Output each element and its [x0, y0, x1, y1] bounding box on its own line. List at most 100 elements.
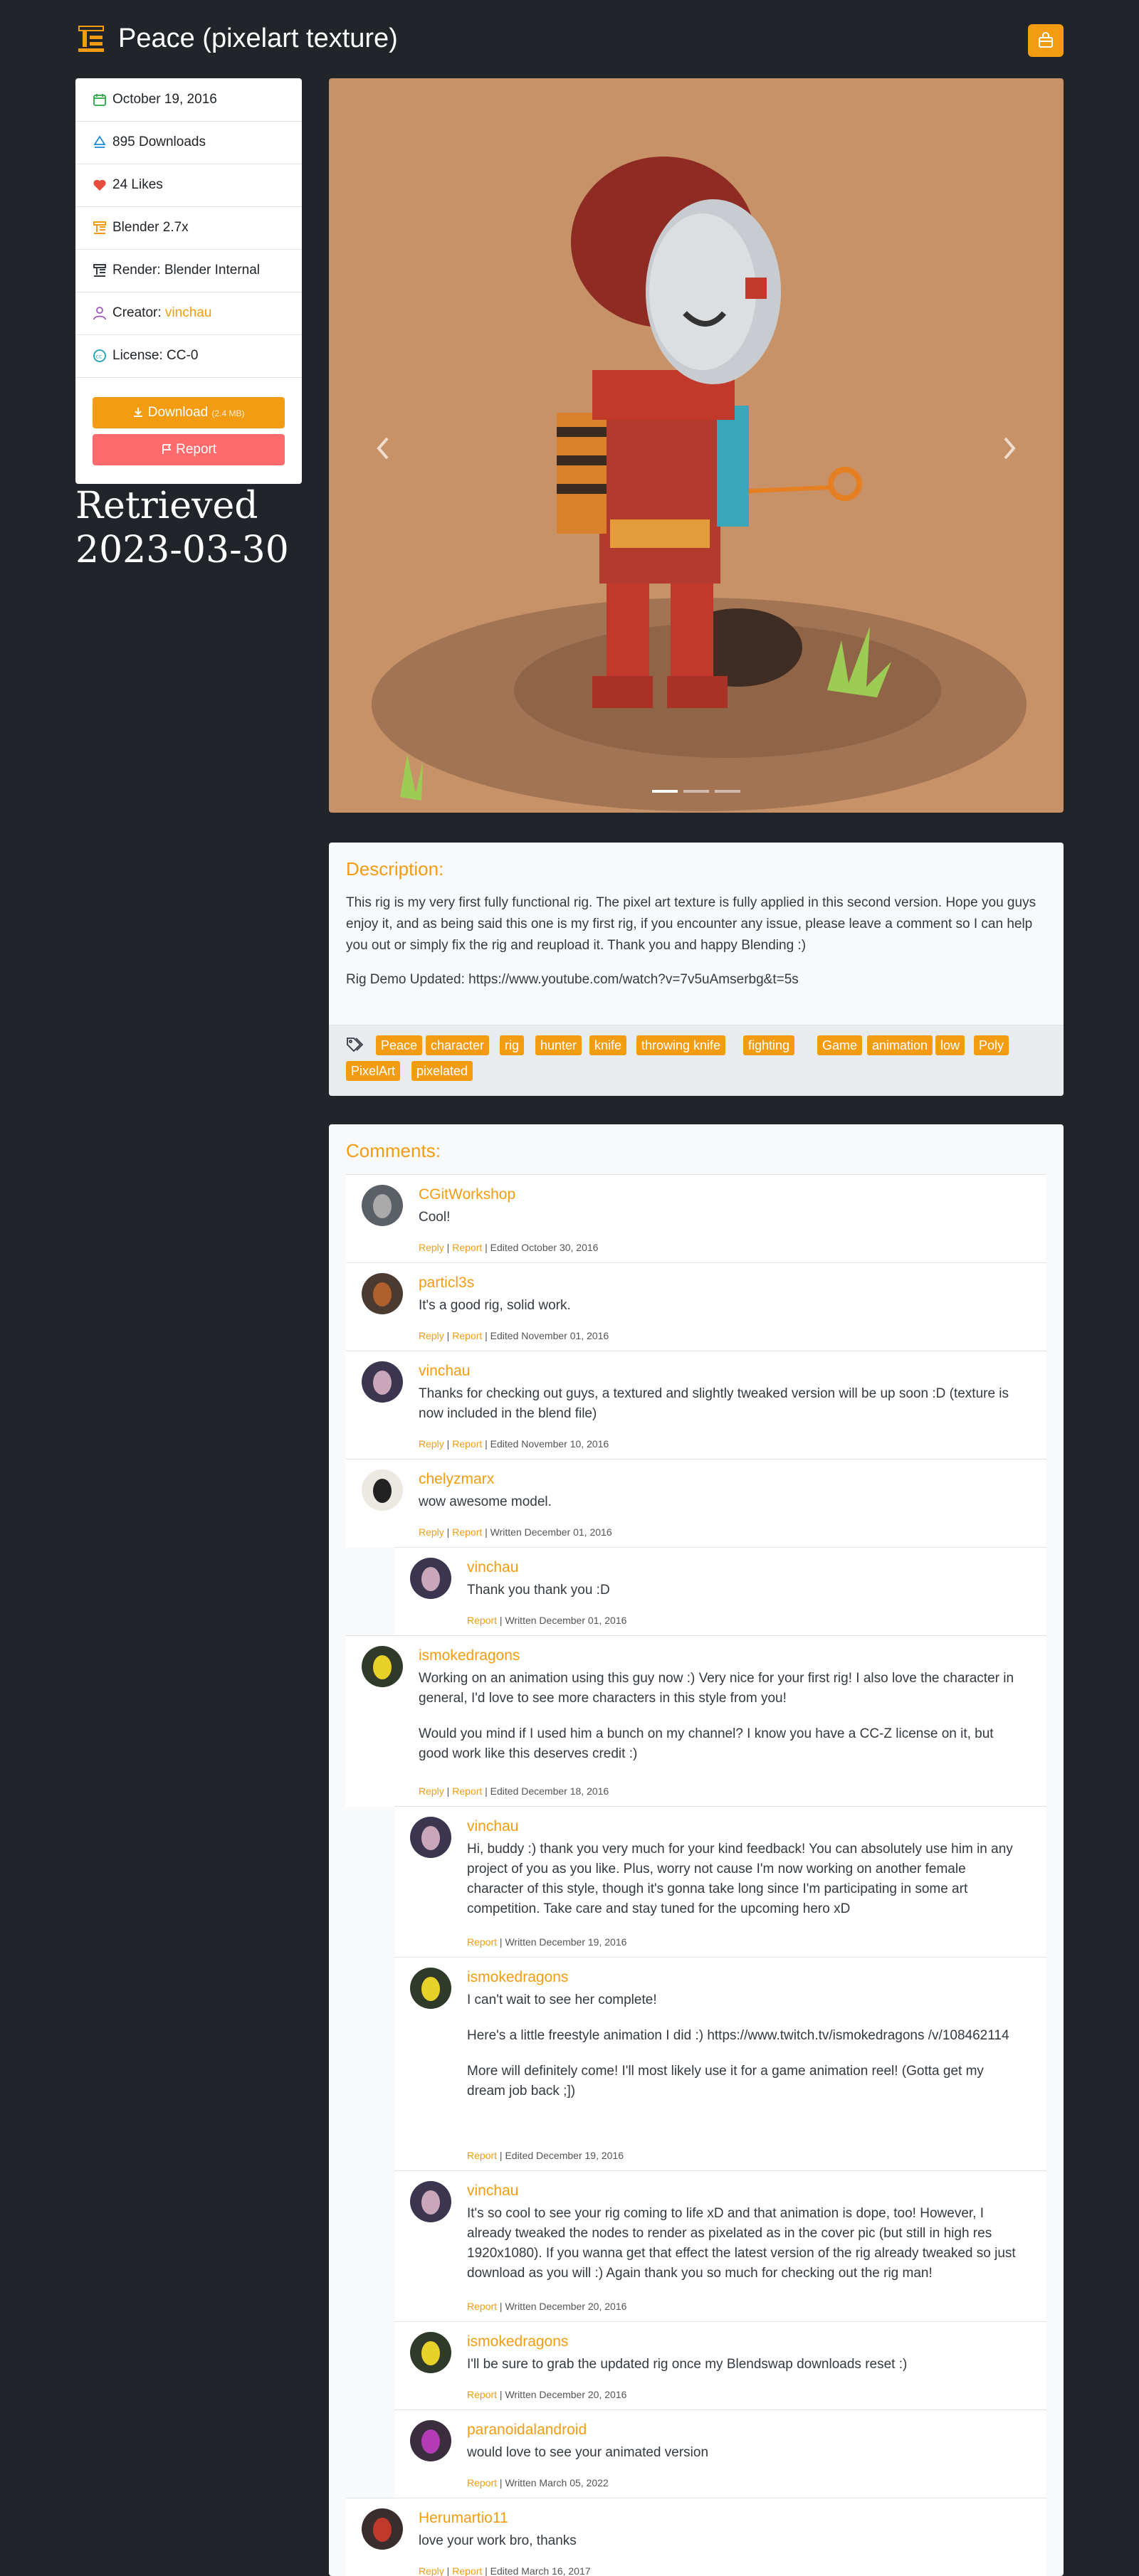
- blender-version: Blender 2.7x: [75, 206, 302, 250]
- carousel-next-icon[interactable]: [998, 434, 1019, 463]
- blender-swap-logo-icon: [78, 26, 104, 52]
- flag-icon: [162, 444, 172, 454]
- like-count[interactable]: 24 Likes: [75, 164, 302, 207]
- tag[interactable]: Game: [817, 1035, 863, 1055]
- avatar[interactable]: [362, 1273, 403, 1314]
- avatar[interactable]: [362, 1361, 403, 1403]
- tag[interactable]: character: [426, 1035, 490, 1055]
- report-link[interactable]: Report: [452, 1242, 482, 1253]
- avatar[interactable]: [410, 2420, 451, 2461]
- comment-author[interactable]: ismokedragons: [467, 1969, 568, 1986]
- avatar[interactable]: [362, 2508, 403, 2550]
- comment-author[interactable]: vinchau: [467, 1559, 518, 1576]
- avatar[interactable]: [410, 1817, 451, 1858]
- comment-author[interactable]: chelyzmarx: [419, 1471, 494, 1488]
- comment: CGitWorkshop Cool! Reply | Report | Edited…: [346, 1174, 1046, 1263]
- comment-meta: Report | Written December 01, 2016: [467, 1615, 626, 1626]
- comment-paragraph: It's a good rig, solid work.: [419, 1298, 571, 1313]
- avatar[interactable]: [410, 2332, 451, 2373]
- download-button[interactable]: Download (2.4 MB): [93, 397, 285, 428]
- avatar[interactable]: [410, 1558, 451, 1599]
- comment-meta: Reply | Report | Written December 01, 20…: [419, 1526, 612, 1538]
- creator-label: Creator:: [112, 305, 165, 320]
- creator-link[interactable]: vinchau: [165, 305, 212, 320]
- comment-paragraph: would love to see your animated version: [467, 2445, 709, 2460]
- comment-author[interactable]: paranoidalandroid: [467, 2422, 587, 2439]
- report-link[interactable]: Report: [467, 1615, 497, 1626]
- report-link[interactable]: Report: [467, 1936, 497, 1948]
- comment-author[interactable]: vinchau: [467, 2182, 518, 2200]
- comment-text: Thank you thank you :D: [467, 1580, 1017, 1600]
- reply-link[interactable]: Reply: [419, 1438, 444, 1450]
- report-link[interactable]: Report: [467, 2477, 497, 2488]
- reply-link[interactable]: Reply: [419, 1330, 444, 1341]
- avatar[interactable]: [362, 1469, 403, 1511]
- carousel-indicators: [652, 790, 740, 794]
- avatar[interactable]: [410, 2181, 451, 2222]
- report-link[interactable]: Report: [452, 1526, 482, 1538]
- comment-date: | Edited October 30, 2016: [482, 1242, 599, 1253]
- basket-button[interactable]: [1028, 24, 1064, 57]
- avatar[interactable]: [362, 1646, 403, 1687]
- carousel-indicator-2[interactable]: [683, 790, 709, 793]
- comment-meta: Report | Written December 19, 2016: [467, 1936, 626, 1948]
- download-size: (2.4 MB): [211, 408, 245, 418]
- report-link[interactable]: Report: [452, 1438, 482, 1450]
- reply-link[interactable]: Reply: [419, 1526, 444, 1538]
- report-link[interactable]: Report: [452, 2565, 482, 2576]
- download-count-icon: [93, 135, 106, 148]
- tag[interactable]: throwing knife: [636, 1035, 726, 1055]
- report-link[interactable]: Report: [467, 2301, 497, 2312]
- heart-icon: [93, 179, 106, 191]
- tag[interactable]: fighting: [743, 1035, 795, 1055]
- comment: Herumartio11 love your work bro, thanks Re…: [346, 2498, 1046, 2576]
- comment-paragraph: wow awesome model.: [419, 1494, 552, 1509]
- comment-author[interactable]: ismokedragons: [419, 1647, 520, 1664]
- comment-author[interactable]: vinchau: [467, 1818, 518, 1835]
- comment-text: Hi, buddy :) thank you very much for you…: [467, 1839, 1017, 1919]
- comment-paragraph: Thank you thank you :D: [467, 1583, 610, 1598]
- avatar[interactable]: [362, 1185, 403, 1226]
- tag[interactable]: animation: [867, 1035, 933, 1055]
- avatar[interactable]: [410, 1968, 451, 2009]
- tag[interactable]: PixelArt: [346, 1061, 401, 1081]
- carousel-prev-icon[interactable]: [373, 434, 394, 463]
- comment-author[interactable]: particl3s: [419, 1274, 474, 1292]
- tag[interactable]: hunter: [535, 1035, 582, 1055]
- reply-link[interactable]: Reply: [419, 1242, 444, 1253]
- tag[interactable]: knife: [589, 1035, 627, 1055]
- comment: vinchau Thanks for checking out guys, a t…: [346, 1351, 1046, 1459]
- download-label: Download: [147, 405, 209, 420]
- download-count: 895 Downloads: [75, 121, 302, 164]
- reply-link[interactable]: Reply: [419, 1785, 444, 1797]
- meta-separator: |: [443, 1526, 453, 1538]
- carousel-indicator-1[interactable]: [652, 790, 678, 793]
- tag[interactable]: Peace: [376, 1035, 423, 1055]
- comment-author[interactable]: Herumartio11: [419, 2510, 508, 2527]
- tag[interactable]: pixelated: [411, 1061, 473, 1081]
- carousel-indicator-3[interactable]: [715, 790, 740, 793]
- upload-date: October 19, 2016: [75, 78, 302, 122]
- comment-paragraph: Thanks for checking out guys, a textured…: [419, 1386, 1009, 1421]
- comment-author[interactable]: vinchau: [419, 1363, 470, 1380]
- report-link[interactable]: Report: [467, 2150, 497, 2161]
- comment-text: Cool!: [419, 1208, 1017, 1228]
- comment-author[interactable]: ismokedragons: [467, 2333, 568, 2350]
- comments-heading: Comments:: [346, 1140, 441, 1161]
- report-link[interactable]: Report: [467, 2389, 497, 2400]
- image-carousel[interactable]: [329, 78, 1064, 813]
- comment-date: | Written December 19, 2016: [497, 1936, 627, 1948]
- comment-author[interactable]: CGitWorkshop: [419, 1186, 515, 1203]
- comment: ismokedragons I can't wait to see her com…: [394, 1957, 1046, 2171]
- basket-icon: [1039, 32, 1053, 48]
- tag[interactable]: rig: [500, 1035, 525, 1055]
- comment-meta: Report | Edited December 19, 2016: [467, 2150, 624, 2161]
- comment: ismokedragons Working on an animation usi…: [346, 1635, 1046, 1807]
- tag[interactable]: Poly: [974, 1035, 1009, 1055]
- report-link[interactable]: Report: [452, 1785, 482, 1797]
- report-button[interactable]: Report: [93, 434, 285, 465]
- tag[interactable]: low: [935, 1035, 965, 1055]
- reply-link[interactable]: Reply: [419, 2565, 444, 2576]
- comment-text: It's a good rig, solid work.: [419, 1296, 1017, 1316]
- report-link[interactable]: Report: [452, 1330, 482, 1341]
